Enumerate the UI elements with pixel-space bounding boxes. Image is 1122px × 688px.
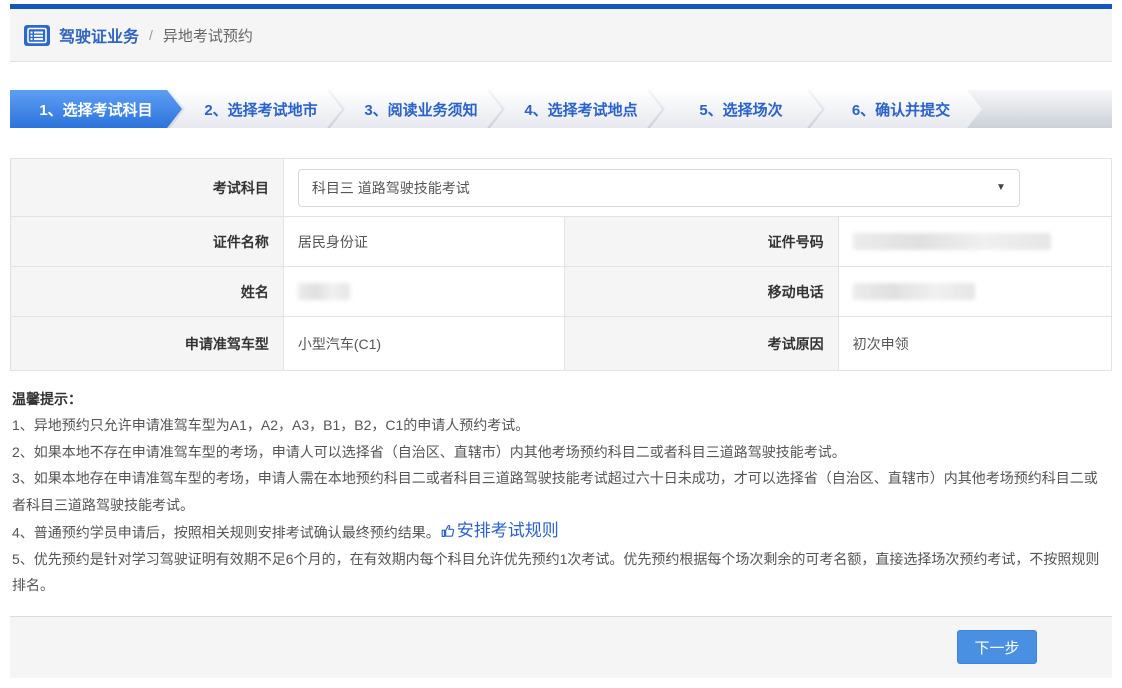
chevron-down-icon: ▼: [995, 182, 1006, 193]
step-tab-2-select-city: 2、选择考试地市: [170, 90, 342, 128]
list-icon: [24, 24, 50, 46]
step-wizard-filler: [982, 90, 1112, 128]
breadcrumb-separator: /: [149, 27, 153, 43]
thumbs-up-icon: [441, 525, 454, 538]
tip-item-4-text: 4、普通预约学员申请后，按照相关规则安排考试确认最终预约结果。: [12, 524, 440, 541]
breadcrumb-section-link[interactable]: 驾驶证业务: [59, 23, 139, 47]
exam-reason-value: 初次申领: [837, 316, 1113, 371]
tip-item-2: 2、如果本地不存在申请准驾车型的考场，申请人可以选择省（自治区、直辖市）内其他考…: [12, 443, 846, 460]
breadcrumb: 驾驶证业务 / 异地考试预约: [10, 9, 1112, 62]
page: 驾驶证业务 / 异地考试预约 1、选择考试科目 2、选择考试地市 3、阅读业务须…: [0, 0, 1122, 688]
vehicle-type-value: 小型汽车(C1): [282, 316, 565, 371]
id-type-label: 证件名称: [10, 216, 284, 267]
exam-subject-label: 考试科目: [10, 158, 284, 217]
exam-subject-selected-value: 科目三 道路驾驶技能考试: [311, 179, 470, 196]
vehicle-type-label: 申请准驾车型: [10, 316, 284, 371]
footer-bar: 下一步: [10, 615, 1112, 678]
redacted-name: [297, 283, 350, 301]
exam-rules-link[interactable]: 安排考试规则: [440, 518, 559, 545]
application-info-table: 考试科目 科目三 道路驾驶技能考试 ▼ 证件名称 居民身份证 证件号码 姓名 移…: [10, 158, 1113, 371]
tips-title: 温馨提示：: [12, 391, 82, 407]
next-step-button[interactable]: 下一步: [957, 630, 1037, 665]
id-number-cell: [837, 216, 1113, 267]
redacted-id-number: [852, 233, 1051, 251]
tips-section: 温馨提示： 1、异地预约只允许申请准驾车型为A1，A2，A3，B1，B2，C1的…: [12, 386, 1110, 599]
redacted-phone: [852, 283, 975, 301]
tip-item-5: 5、优先预约是针对学习驾驶证明有效期不足6个月的，在有效期内每个科目允许优先预约…: [12, 550, 1100, 594]
step-tab-5-select-session: 5、选择场次: [650, 90, 822, 128]
id-type-value: 居民身份证: [282, 216, 565, 267]
step-tab-4-select-site: 4、选择考试地点: [490, 90, 662, 128]
exam-reason-label: 考试原因: [563, 316, 839, 371]
name-cell: [282, 266, 565, 317]
step-tab-6-confirm-submit: 6、确认并提交: [810, 90, 982, 128]
tip-item-3: 3、如果本地存在申请准驾车型的考场，申请人需在本地预约科目二或者科目三道路驾驶技…: [12, 470, 1098, 513]
name-label: 姓名: [10, 266, 284, 317]
phone-label: 移动电话: [563, 266, 839, 317]
step-tab-3-read-notice: 3、阅读业务须知: [330, 90, 502, 128]
id-number-label: 证件号码: [563, 216, 839, 267]
step-wizard: 1、选择考试科目 2、选择考试地市 3、阅读业务须知 4、选择考试地点 5、选择…: [10, 90, 1112, 128]
table-row: 考试科目 科目三 道路驾驶技能考试 ▼: [10, 158, 1113, 217]
step-tab-1-select-subject[interactable]: 1、选择考试科目: [10, 90, 182, 128]
tip-item-4: 4、普通预约学员申请后，按照相关规则安排考试确认最终预约结果。 安排考试规则: [12, 518, 1110, 546]
table-row: 申请准驾车型 小型汽车(C1) 考试原因 初次申领: [10, 316, 1113, 371]
exam-rules-link-label: 安排考试规则: [456, 521, 559, 540]
exam-subject-select[interactable]: 科目三 道路驾驶技能考试 ▼: [297, 168, 1020, 207]
exam-subject-cell: 科目三 道路驾驶技能考试 ▼: [282, 158, 1113, 217]
table-row: 证件名称 居民身份证 证件号码: [10, 216, 1113, 267]
breadcrumb-current-page: 异地考试预约: [162, 27, 253, 45]
phone-cell: [837, 266, 1113, 317]
table-row: 姓名 移动电话: [10, 266, 1113, 317]
tip-item-1: 1、异地预约只允许申请准驾车型为A1，A2，A3，B1，B2，C1的申请人预约考…: [12, 417, 530, 433]
